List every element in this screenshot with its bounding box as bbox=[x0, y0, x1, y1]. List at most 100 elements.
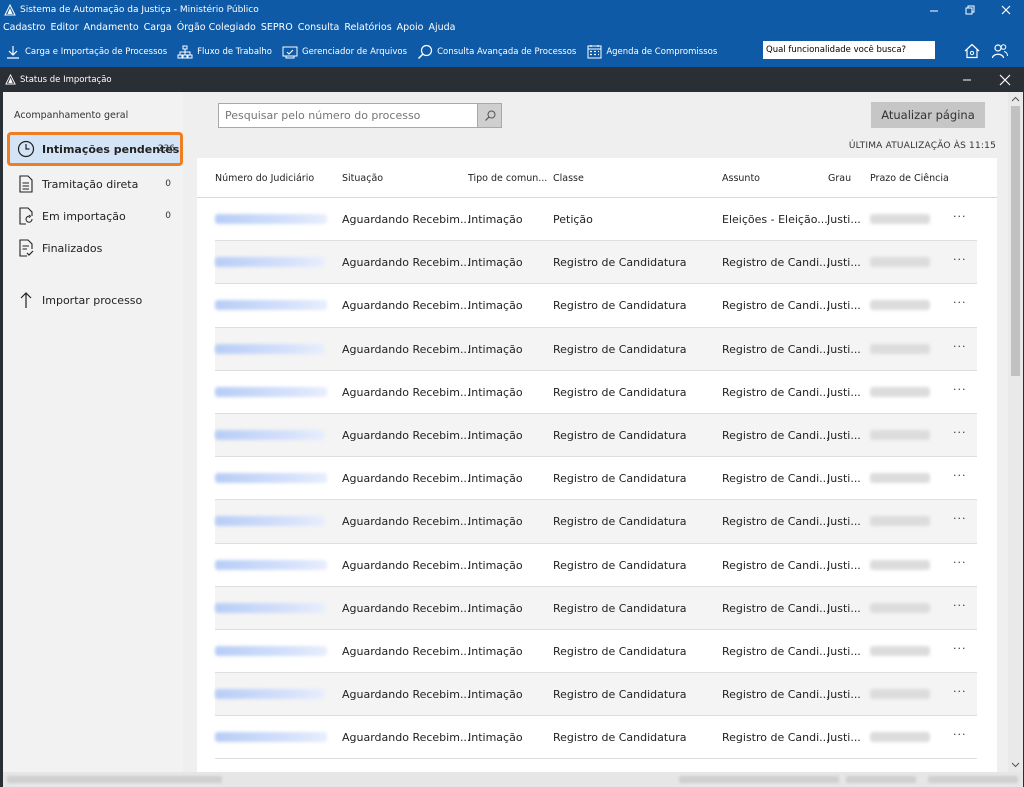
menu-cadastro[interactable]: Cadastro bbox=[3, 22, 46, 33]
column-header-prazo[interactable]: Prazo de Ciência bbox=[870, 173, 949, 184]
row-more-button[interactable]: ··· bbox=[953, 469, 967, 482]
main-content: Atualizar página ÚLTIMA ATUALIZAÇÃO ÀS 1… bbox=[183, 92, 1008, 772]
process-search-input[interactable] bbox=[218, 103, 478, 128]
process-number-link-redacted[interactable] bbox=[215, 300, 327, 311]
table-row[interactable]: Aguardando Recebim... Intimação Registro d… bbox=[215, 413, 977, 458]
window-controls bbox=[916, 0, 1024, 19]
cell-prazo-redacted bbox=[870, 386, 930, 397]
cell-classe: Registro de Candidatura bbox=[553, 428, 687, 442]
process-number-link-redacted[interactable] bbox=[215, 645, 327, 656]
process-number-link-redacted[interactable] bbox=[215, 343, 325, 354]
table-row[interactable]: Aguardando Recebim... Intimação Registro d… bbox=[215, 544, 977, 587]
sidebar-item-tramitacao-direta[interactable]: Tramitação direta 0 bbox=[7, 167, 183, 201]
cell-grau: Justi... bbox=[827, 515, 861, 529]
column-header-assunto[interactable]: Assunto bbox=[722, 173, 760, 184]
menu-relatorios[interactable]: Relatórios bbox=[344, 22, 391, 33]
table-row[interactable]: Aguardando Recebim... Intimação Registro d… bbox=[215, 716, 977, 760]
column-header-tipo[interactable]: Tipo de comun... bbox=[468, 173, 547, 184]
minimize-button[interactable] bbox=[916, 0, 952, 19]
process-number-link-redacted[interactable] bbox=[215, 732, 327, 743]
sidebar-item-em-importacao[interactable]: Em importação 0 bbox=[7, 199, 183, 233]
search-icon bbox=[484, 110, 495, 121]
refresh-page-button[interactable]: Atualizar página bbox=[871, 102, 985, 128]
process-number-link-redacted[interactable] bbox=[215, 473, 327, 484]
fluxo-trabalho-button[interactable]: Fluxo de Trabalho bbox=[177, 44, 272, 60]
row-more-button[interactable]: ··· bbox=[953, 210, 967, 223]
cell-classe: Registro de Candidatura bbox=[553, 688, 687, 702]
row-more-button[interactable]: ··· bbox=[953, 340, 967, 353]
cell-assunto: Registro de Candi... bbox=[722, 731, 830, 745]
scroll-down-icon[interactable] bbox=[1011, 760, 1020, 769]
process-number-link-redacted[interactable] bbox=[215, 689, 325, 700]
functionality-search-input[interactable] bbox=[763, 41, 935, 59]
process-number-link-redacted[interactable] bbox=[215, 214, 327, 224]
scroll-up-icon[interactable] bbox=[1011, 95, 1020, 104]
menu-editor[interactable]: Editor bbox=[51, 22, 79, 33]
row-more-button[interactable]: ··· bbox=[953, 642, 967, 655]
row-more-button[interactable]: ··· bbox=[953, 599, 967, 612]
clock-icon bbox=[17, 140, 35, 158]
table-row[interactable]: Aguardando Recebim... Intimação Registro d… bbox=[215, 673, 977, 717]
column-header-numero[interactable]: Número do Judiciário bbox=[215, 173, 314, 184]
close-button[interactable] bbox=[988, 0, 1024, 19]
vertical-scrollbar[interactable] bbox=[1008, 92, 1023, 772]
consulta-avancada-button[interactable]: Consulta Avançada de Processos bbox=[417, 44, 576, 60]
cell-situacao: Aguardando Recebim... bbox=[342, 558, 471, 572]
table-row[interactable]: Aguardando Recebim... Intimação Registro d… bbox=[215, 586, 977, 630]
row-more-button[interactable]: ··· bbox=[953, 685, 967, 698]
subwindow-close-button[interactable] bbox=[986, 67, 1024, 92]
row-more-button[interactable]: ··· bbox=[953, 728, 967, 741]
minimize-icon bbox=[963, 79, 971, 80]
users-icon[interactable] bbox=[990, 41, 1010, 61]
row-more-button[interactable]: ··· bbox=[953, 556, 967, 569]
cell-tipo: Intimação bbox=[468, 731, 523, 745]
home-icon[interactable] bbox=[962, 41, 982, 61]
cell-classe: Registro de Candidatura bbox=[553, 601, 687, 615]
table-row[interactable]: Aguardando Recebim... Intimação Registro d… bbox=[215, 630, 977, 674]
row-more-button[interactable]: ··· bbox=[953, 512, 967, 525]
column-header-classe[interactable]: Classe bbox=[553, 173, 584, 184]
process-search-button[interactable] bbox=[478, 103, 502, 128]
gerenciador-arquivos-button[interactable]: Gerenciador de Arquivos bbox=[282, 44, 407, 60]
table-row[interactable]: Aguardando Recebim... Intimação Registro d… bbox=[215, 241, 977, 285]
column-header-situacao[interactable]: Situação bbox=[342, 173, 383, 184]
column-header-grau[interactable]: Grau bbox=[828, 173, 851, 184]
row-more-button[interactable]: ··· bbox=[953, 383, 967, 396]
process-number-link-redacted[interactable] bbox=[215, 516, 325, 527]
status-text-redacted bbox=[928, 776, 1018, 783]
menu-sepro[interactable]: SEPRO bbox=[261, 22, 293, 33]
sidebar-item-finalizados[interactable]: Finalizados bbox=[7, 231, 183, 265]
row-more-button[interactable]: ··· bbox=[953, 253, 967, 266]
subwindow-minimize-button[interactable] bbox=[948, 67, 986, 92]
menu-apoio[interactable]: Apoio bbox=[397, 22, 424, 33]
table-row[interactable]: Aguardando Recebim... Intimação Registro d… bbox=[215, 500, 977, 544]
table-row[interactable]: Aguardando Recebim... Intimação Registro d… bbox=[215, 371, 977, 414]
process-number-link-redacted[interactable] bbox=[215, 429, 325, 440]
menu-consulta[interactable]: Consulta bbox=[298, 22, 340, 33]
cell-situacao: Aguardando Recebim... bbox=[342, 731, 471, 745]
menu-ajuda[interactable]: Ajuda bbox=[428, 22, 455, 33]
table-row[interactable]: Aguardando Recebim... Intimação Registro d… bbox=[215, 284, 977, 328]
cell-tipo: Intimação bbox=[468, 472, 523, 486]
table-row[interactable]: Aguardando Recebim... Intimação Petição Ele… bbox=[215, 198, 977, 242]
menu-andamento[interactable]: Andamento bbox=[84, 22, 139, 33]
row-more-button[interactable]: ··· bbox=[953, 296, 967, 309]
menu-carga[interactable]: Carga bbox=[144, 22, 172, 33]
process-number-link-redacted[interactable] bbox=[215, 257, 325, 268]
subwindow-title: Status de Importação bbox=[20, 74, 112, 85]
process-number-link-redacted[interactable] bbox=[215, 559, 327, 570]
table-row[interactable]: Aguardando Recebim... Intimação Registro d… bbox=[215, 327, 977, 371]
cell-assunto: Registro de Candi... bbox=[722, 256, 830, 270]
sidebar-item-intimacoes-pendentes[interactable]: Intimações pendentes 236 bbox=[7, 132, 183, 166]
row-more-button[interactable]: ··· bbox=[953, 426, 967, 439]
scrollbar-thumb[interactable] bbox=[1011, 106, 1020, 376]
agenda-compromissos-button[interactable]: Agenda de Compromissos bbox=[586, 44, 717, 60]
carga-importacao-button[interactable]: Carga e Importação de Processos bbox=[5, 44, 167, 60]
restore-button[interactable] bbox=[952, 0, 988, 19]
cell-situacao: Aguardando Recebim... bbox=[342, 688, 471, 702]
process-number-link-redacted[interactable] bbox=[215, 602, 325, 613]
process-number-link-redacted[interactable] bbox=[215, 386, 327, 397]
table-row[interactable]: Aguardando Recebim... Intimação Registro d… bbox=[215, 457, 977, 501]
menu-orgao-colegiado[interactable]: Órgão Colegiado bbox=[177, 22, 256, 33]
sidebar-item-importar-processo[interactable]: Importar processo bbox=[7, 283, 183, 317]
